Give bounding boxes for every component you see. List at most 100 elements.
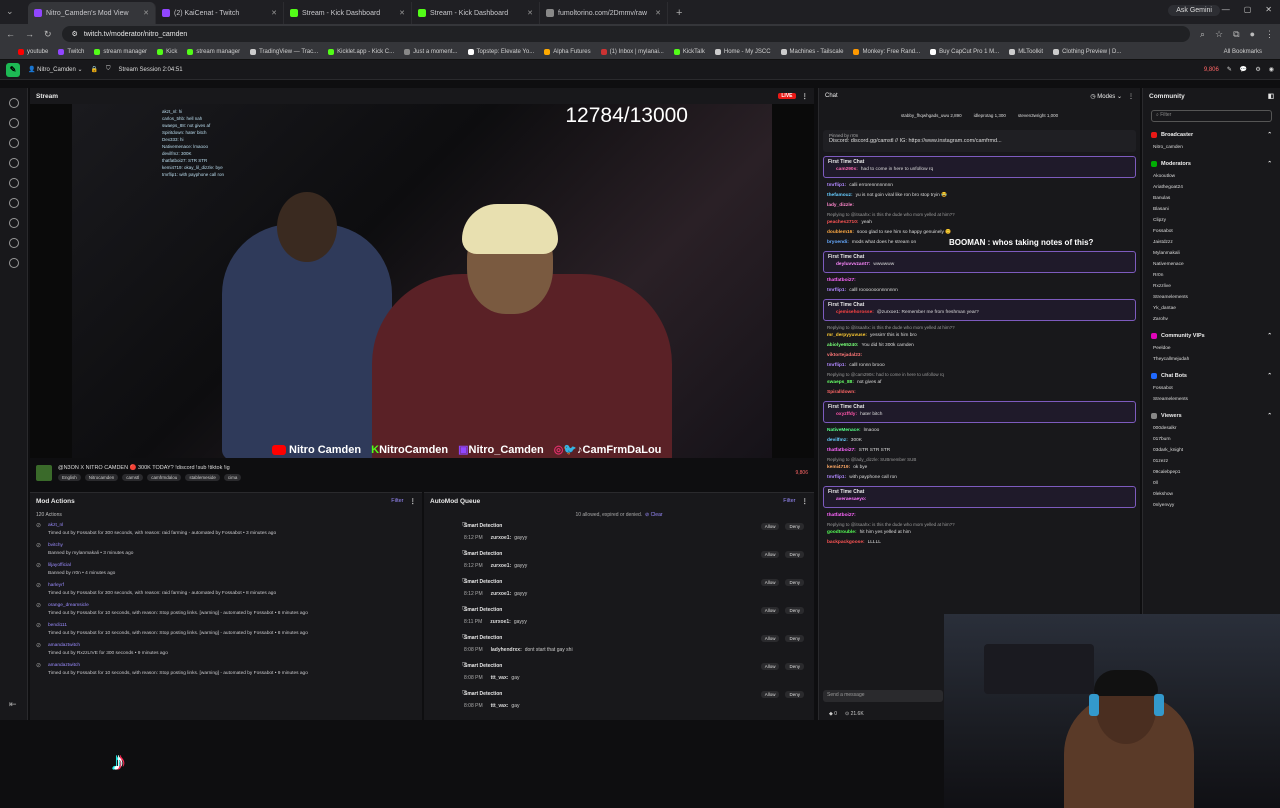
chat-username[interactable]: tmrflip1: bbox=[827, 183, 846, 188]
tab-search-icon[interactable]: ⌄ bbox=[6, 6, 14, 17]
browser-tab[interactable]: Stream - Kick Dashboard ✕ bbox=[412, 2, 540, 24]
browser-tab[interactable]: Stream - Kick Dashboard ✕ bbox=[284, 2, 412, 24]
stream-tag[interactable]: Nitrocamden bbox=[84, 474, 119, 481]
chat-message[interactable]: tmrflip1: calli errorennnnnnnn bbox=[819, 181, 1140, 191]
stream-tag[interactable]: stablemeside bbox=[185, 474, 220, 481]
chat-username[interactable]: goodtrouble: bbox=[827, 530, 857, 535]
community-user[interactable]: Nitro_camden bbox=[1143, 142, 1280, 153]
mod-action-item[interactable]: liljayofficialBanned by rr0n • 4 minutes… bbox=[30, 561, 422, 581]
chat-username[interactable]: averaesaeyo: bbox=[836, 497, 866, 502]
deny-button[interactable]: Deny bbox=[785, 663, 804, 670]
bookmark-item[interactable]: Twitch bbox=[58, 48, 84, 55]
chat-message[interactable]: devilfmz: 300K bbox=[819, 436, 1140, 446]
chat-username[interactable]: thefamouz: bbox=[827, 193, 853, 198]
chat-username[interactable]: NativeMenace: bbox=[827, 428, 861, 433]
settings-icon[interactable]: ⚙ bbox=[1255, 66, 1260, 73]
automod-item-user[interactable]: zurxoe1: bbox=[491, 591, 512, 597]
stream-tag[interactable]: camstl bbox=[122, 474, 144, 481]
bookmark-item[interactable]: MLToolkit bbox=[1009, 48, 1043, 55]
chat-username[interactable]: bryoendi: bbox=[827, 240, 849, 245]
chat-username[interactable]: devilfmz: bbox=[827, 438, 848, 443]
automod-item-user[interactable]: zurxoe1: bbox=[490, 619, 511, 625]
community-user[interactable]: Fossabot bbox=[1143, 226, 1280, 237]
chat-username[interactable]: abiolye65240: bbox=[827, 343, 858, 348]
community-user[interactable]: Ariathegoat24 bbox=[1143, 182, 1280, 193]
bookmark-item[interactable]: TradingView — Trac... bbox=[250, 48, 318, 55]
chat-message[interactable]: swaeps_88: not gives af bbox=[819, 378, 1140, 388]
automod-item-user[interactable]: ladyhendrxx: bbox=[491, 647, 522, 653]
deny-button[interactable]: Deny bbox=[785, 523, 804, 530]
chat-username[interactable]: thatfatboi27: bbox=[827, 448, 856, 453]
chat-message[interactable]: backpackgoose: LLLLL bbox=[819, 538, 1140, 548]
community-user[interactable]: Streamelements bbox=[1143, 394, 1280, 405]
chat-message[interactable]: oxyzffdy: hater bitch bbox=[828, 410, 1131, 420]
deny-button[interactable]: Deny bbox=[785, 579, 804, 586]
allow-button[interactable]: Allow bbox=[760, 551, 780, 558]
automod-item-user[interactable]: ttt_vax: bbox=[491, 703, 509, 709]
leaderboard-entry[interactable]: idleprotag 1,300 bbox=[974, 113, 1006, 118]
community-user[interactable]: Peeldoe bbox=[1143, 343, 1280, 354]
stream-menu-icon[interactable]: ⋮ bbox=[802, 92, 809, 100]
community-user[interactable]: Banulas bbox=[1143, 193, 1280, 204]
zoom-icon[interactable]: ⌕ bbox=[1200, 29, 1205, 40]
chat-message[interactable]: kemi4719: ok bye bbox=[819, 463, 1140, 473]
bookmark-item[interactable]: (1) Inbox | mylanai... bbox=[600, 48, 664, 55]
bookmark-item[interactable]: Kick bbox=[157, 48, 177, 55]
tool-icon-4[interactable] bbox=[8, 158, 19, 168]
chat-message[interactable]: goodtrouble: hit him yes yelled at him bbox=[819, 528, 1140, 538]
ask-gemini-button[interactable]: Ask Gemini bbox=[1168, 5, 1220, 16]
mod-action-item[interactable]: bvitchyBanned by mylanmakali • 3 minutes… bbox=[30, 541, 422, 561]
community-user[interactable]: 03dark_knight bbox=[1143, 445, 1280, 456]
chat-message[interactable]: thatfatboi27: bbox=[819, 511, 1140, 521]
bookmark-item[interactable]: Clothing Preview | D... bbox=[1053, 48, 1121, 55]
community-user[interactable]: Nativemenace bbox=[1143, 259, 1280, 270]
allow-button[interactable]: Allow bbox=[760, 663, 780, 670]
chat-input[interactable]: Send a message bbox=[823, 690, 943, 702]
menu-icon[interactable]: ⋮ bbox=[1265, 29, 1274, 40]
section-collapse-icon[interactable]: ⌃ bbox=[1267, 373, 1272, 379]
community-user[interactable]: Yk_dantae bbox=[1143, 303, 1280, 314]
community-user[interactable]: 09calebpep1 bbox=[1143, 467, 1280, 478]
mod-action-user[interactable]: harleyrf bbox=[48, 582, 416, 590]
mod-action-item[interactable]: bendi111Timed out by Fossabot for 10 sec… bbox=[30, 621, 422, 641]
stream-tag[interactable]: English bbox=[58, 474, 81, 481]
bookmark-item[interactable]: youtube bbox=[18, 48, 48, 55]
chat-message[interactable]: cjemisehorosse: @zurxoe1: Remember me fro… bbox=[828, 308, 1131, 318]
edit-icon[interactable]: ✎ bbox=[1227, 66, 1232, 73]
stream-tag[interactable]: cima bbox=[223, 474, 242, 481]
bookmark-item[interactable]: Alpha Futures bbox=[544, 48, 591, 55]
bookmark-item[interactable]: Monkey: Free Rand... bbox=[853, 48, 920, 55]
tool-icon-7[interactable] bbox=[8, 218, 19, 228]
shield-icon[interactable]: ⛉ bbox=[106, 66, 111, 73]
community-user[interactable]: 000desalkr bbox=[1143, 423, 1280, 434]
tab-close-icon[interactable]: ✕ bbox=[271, 9, 277, 17]
channel-switcher[interactable]: 👤 Nitro_Camden ⌄ bbox=[28, 66, 83, 73]
bookmark-item[interactable]: Home - My JSCC bbox=[714, 48, 771, 55]
tool-icon-9[interactable] bbox=[8, 258, 19, 268]
allow-button[interactable]: Allow bbox=[760, 691, 780, 698]
chat-message[interactable]: tmrflip1: calll rooooooonnnnnnn bbox=[819, 286, 1140, 296]
community-user[interactable]: Rr0n bbox=[1143, 270, 1280, 281]
chat-username[interactable]: doublem16: bbox=[827, 230, 854, 235]
bookmark-star-icon[interactable]: ☆ bbox=[1215, 29, 1223, 40]
chat-message[interactable]: thatfatboi27: STR STR STR bbox=[819, 446, 1140, 456]
tool-icon-2[interactable] bbox=[8, 118, 19, 128]
chat-message[interactable]: thefamouz: yu is not goin viral like ron … bbox=[819, 191, 1140, 201]
bookmark-item[interactable]: KickTalk bbox=[673, 48, 705, 55]
bookmark-item[interactable]: stream manager bbox=[94, 48, 147, 55]
chat-message[interactable]: tmrflip1: with payphone call ron bbox=[819, 473, 1140, 483]
bookmark-item[interactable]: Machines - Tailscale bbox=[780, 48, 843, 55]
bookmark-item[interactable]: Buy CapCut Pro 1 M... bbox=[930, 48, 999, 55]
modview-logo-icon[interactable]: ✎ bbox=[6, 62, 20, 77]
tool-icon-1[interactable] bbox=[8, 98, 19, 108]
chat-username[interactable]: viktortejadal23: bbox=[827, 353, 862, 358]
community-filter-input[interactable]: ⌕ Filter bbox=[1151, 110, 1272, 122]
chat-username[interactable]: backpackgoose: bbox=[827, 540, 865, 545]
mod-action-user[interactable]: akzt_nl bbox=[48, 522, 416, 530]
mod-action-user[interactable]: bendi111 bbox=[48, 622, 416, 630]
community-section-header[interactable]: Community VIPs ⌃ bbox=[1143, 329, 1280, 343]
deny-button[interactable]: Deny bbox=[785, 691, 804, 698]
video-player[interactable]: 12784/13000 akzt_nl: hi carlos_5hb: hell … bbox=[72, 104, 772, 460]
all-bookmarks[interactable]: All Bookmarks bbox=[1224, 49, 1262, 55]
community-user[interactable]: 01zezz bbox=[1143, 456, 1280, 467]
